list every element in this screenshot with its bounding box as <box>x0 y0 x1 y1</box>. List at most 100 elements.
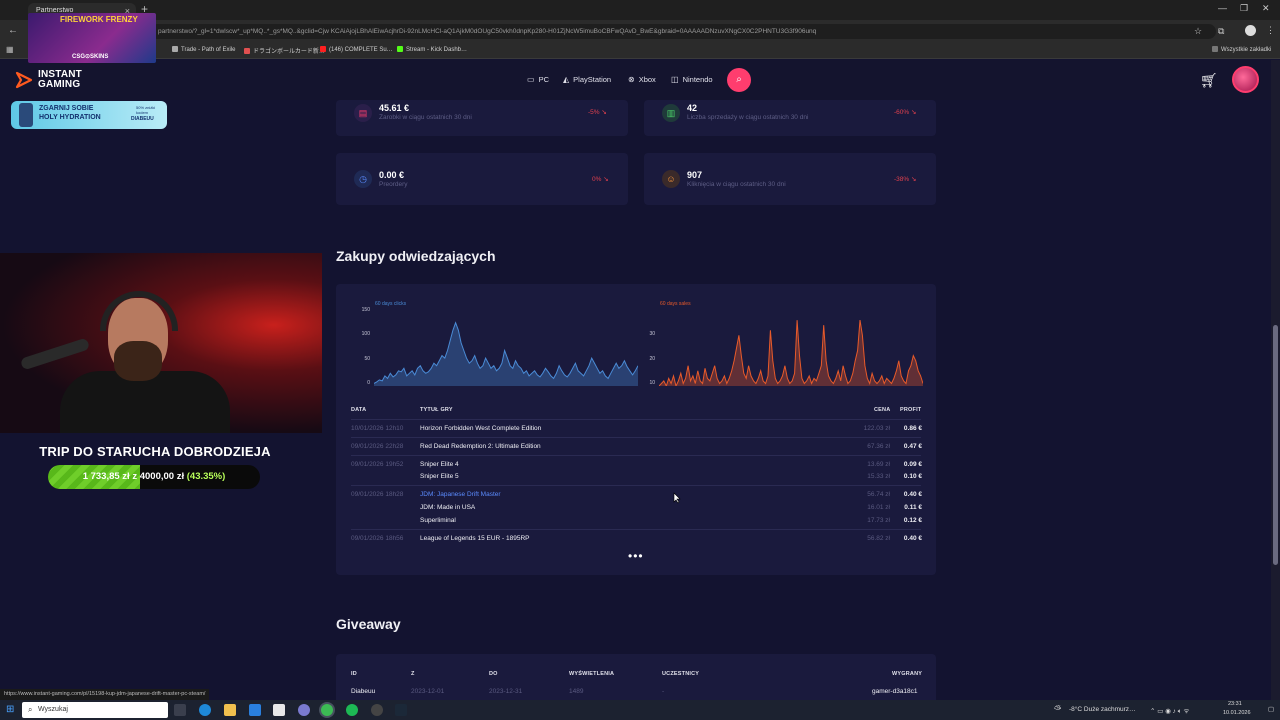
url-input[interactable]: partnerstwo/?_gl=1*dwlscw*_up*MQ..*_gs*M… <box>150 24 1216 39</box>
sales-area-chart <box>659 320 923 386</box>
instant-gaming-logo-icon[interactable] <box>14 70 34 90</box>
game-title[interactable]: Red Dead Redemption 2: Ultimate Edition <box>420 443 541 450</box>
game-price: 56.74 zł <box>867 491 890 498</box>
stat-change: -38% ↘ <box>894 176 917 183</box>
all-bookmarks-link[interactable]: Wszystkie zakładki <box>1212 46 1271 53</box>
app-icon[interactable] <box>273 704 285 716</box>
game-profit: 0.86 € <box>903 425 922 432</box>
purchase-date: 09/01/2026 18h28 <box>351 491 404 498</box>
game-price: 67.36 zł <box>867 443 890 450</box>
stat-card-earnings: ▤ 45.61 € Zarobki w ciągu ostatnich 30 d… <box>336 100 628 136</box>
nav-xbox[interactable]: ⊗ Xbox <box>628 75 656 84</box>
profile-icon[interactable] <box>1245 25 1256 36</box>
bookmark-item[interactable]: Trade - Path of Exile <box>172 46 235 53</box>
windows-start-icon[interactable]: ⊞ <box>6 704 14 715</box>
cart-icon[interactable]: 🛒︎ <box>1200 72 1218 89</box>
xbox-icon: ⊗ <box>628 75 635 84</box>
edge-browser-icon[interactable] <box>199 704 211 716</box>
game-title[interactable]: Sniper Elite 5 <box>420 473 459 480</box>
drink-can-image <box>19 103 33 127</box>
giveaway-id: Diabeuu <box>351 688 376 695</box>
game-title[interactable]: League of Legends 15 EUR - 1895RP <box>420 535 530 542</box>
weather-icon: ⛅︎ <box>1054 704 1062 714</box>
extensions-icon[interactable]: ⧉ <box>1218 26 1224 37</box>
y-tick: 150 <box>361 307 370 313</box>
game-title[interactable]: Horizon Forbidden West Complete Edition <box>420 425 541 432</box>
nav-nintendo[interactable]: ◫ Nintendo <box>671 75 713 84</box>
store-icon[interactable] <box>249 704 261 716</box>
maximize-icon[interactable]: ❐ <box>1240 3 1248 14</box>
col-to: DO <box>489 671 498 677</box>
window-close-icon[interactable]: ✕ <box>1262 3 1270 14</box>
task-view-icon[interactable] <box>174 704 186 716</box>
game-price: 13.69 zł <box>867 461 890 468</box>
bookmark-item[interactable]: ドラゴンボールカード新… <box>244 46 325 55</box>
clock-icon: ◷ <box>354 170 372 188</box>
load-more-button[interactable]: ••• <box>628 549 644 563</box>
search-button[interactable]: ⌕ <box>727 68 751 92</box>
chrome-icon[interactable] <box>321 704 333 716</box>
user-avatar[interactable] <box>1232 66 1259 93</box>
playstation-icon: ◭ <box>563 75 570 84</box>
game-title[interactable]: JDM: Made in USA <box>420 504 475 511</box>
bookmark-star-icon[interactable]: ☆ <box>1194 26 1202 37</box>
game-title[interactable]: Sniper Elite 4 <box>420 461 459 468</box>
spotify-icon[interactable] <box>346 704 358 716</box>
clock-time[interactable]: 23:31 <box>1228 701 1242 707</box>
stat-change: 0% ↘ <box>592 176 609 183</box>
scrollbar-thumb[interactable] <box>1273 325 1278 565</box>
minimize-icon[interactable]: — <box>1218 3 1227 13</box>
giveaway-participants: - <box>662 688 665 695</box>
chart-icon: ▥ <box>662 104 680 122</box>
system-tray-icons[interactable]: ⌃ ▭ ◉ ♪ 🔈︎ ᯤ <box>1150 706 1189 716</box>
game-profit: 0.47 € <box>903 443 922 450</box>
apps-grid-icon[interactable]: ▦ <box>6 45 14 54</box>
col-profit: PROFIT <box>900 407 922 413</box>
taskbar-search-input[interactable]: Wyszukaj <box>22 702 168 718</box>
y-tick: 10 <box>649 380 655 386</box>
row-divider <box>351 529 921 530</box>
browser-tab-bar <box>0 0 1280 20</box>
purchase-date: 09/01/2026 18h56 <box>351 535 404 542</box>
headphones-icon <box>100 291 178 331</box>
game-profit: 0.09 € <box>903 461 922 468</box>
back-arrow-icon[interactable]: ← <box>8 25 18 36</box>
steam-icon[interactable] <box>395 704 407 716</box>
streamer-beard <box>114 341 162 381</box>
giveaway-panel <box>336 654 936 704</box>
user-icon: ☺ <box>662 170 680 188</box>
weather-text[interactable]: -8°C Duże zachmurz… <box>1069 706 1136 713</box>
monitor-icon: ▭ <box>527 75 535 84</box>
webcam-feed <box>0 253 322 433</box>
mouse-cursor-icon <box>673 492 681 504</box>
game-title-link[interactable]: JDM: Japanese Drift Master <box>420 491 501 498</box>
file-explorer-icon[interactable] <box>224 704 236 716</box>
y-tick: 30 <box>649 331 655 337</box>
nav-playstation[interactable]: ◭ PlayStation <box>563 75 611 84</box>
col-id: ID <box>351 671 357 677</box>
discord-icon[interactable] <box>298 704 310 716</box>
bookmark-item[interactable]: Stream - Kick Dashb… <box>397 46 467 53</box>
game-price: 56.82 zł <box>867 535 890 542</box>
game-price: 122.03 zł <box>863 425 890 432</box>
y-tick: 20 <box>649 356 655 362</box>
taskbar-search-icon: ⌕ <box>28 705 33 714</box>
chart-series-line <box>659 320 923 386</box>
clock-date[interactable]: 10.01.2026 <box>1223 710 1251 716</box>
money-icon: ▤ <box>354 104 372 122</box>
game-title[interactable]: Superliminal <box>420 517 456 524</box>
game-profit: 0.11 € <box>904 504 922 511</box>
donation-goal-title: TRIP DO STARUCHA DOBRODZIEJA <box>39 444 271 459</box>
browser-menu-icon[interactable]: ⋮ <box>1266 25 1275 36</box>
nav-pc[interactable]: ▭ PC <box>527 75 549 84</box>
firework-frenzy-banner: FIREWORK FRENZY CSG⊙SKINS <box>28 13 156 63</box>
bookmark-item[interactable]: (146) COMPLETE Su… <box>320 46 393 53</box>
col-participants: UCZESTNICY <box>662 671 700 677</box>
obs-icon[interactable] <box>371 704 383 716</box>
holy-hydration-promo: ZGARNIJ SOBIE HOLY HYDRATION 50% zniżki … <box>11 101 167 129</box>
row-divider <box>351 485 921 486</box>
site-logo-text[interactable]: INSTANT GAMING <box>38 70 82 90</box>
row-divider <box>351 455 921 456</box>
col-winners: WYGRANY <box>892 671 923 677</box>
notifications-icon[interactable]: ▢ <box>1268 705 1274 713</box>
